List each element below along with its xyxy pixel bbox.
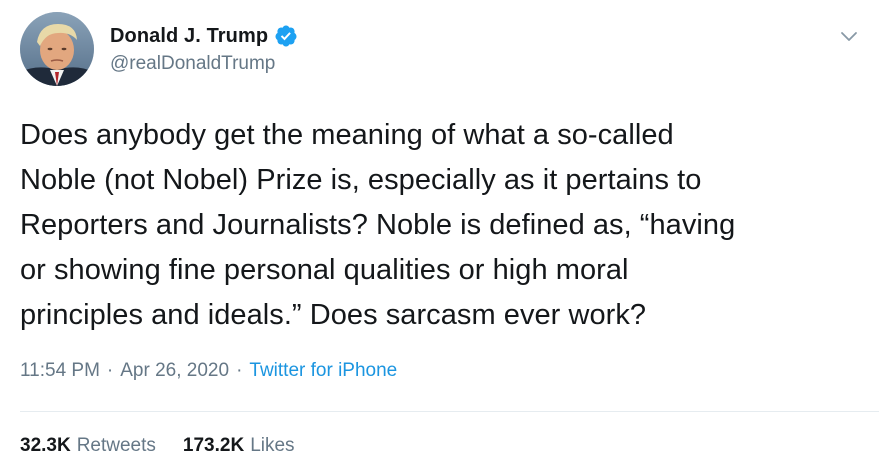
chevron-down-icon[interactable] <box>837 24 861 48</box>
retweets-stat[interactable]: 32.3K Retweets <box>20 435 156 457</box>
likes-label: Likes <box>250 435 295 456</box>
tweet-source-link[interactable]: Twitter for iPhone <box>249 360 397 382</box>
divider <box>20 411 879 412</box>
tweet-text: Does anybody get the meaning of what a s… <box>20 119 736 331</box>
likes-stat[interactable]: 173.2K Likes <box>183 435 295 457</box>
verified-badge-icon <box>274 24 298 48</box>
meta-separator: · <box>236 360 243 381</box>
tweet-date[interactable]: Apr 26, 2020 <box>120 360 229 382</box>
tweet-time[interactable]: 11:54 PM <box>20 360 100 382</box>
tweet-card: Donald J. Trump @realDonaldTrump Does an… <box>0 0 879 471</box>
avatar-image <box>20 12 94 86</box>
tweet-meta: 11:54 PM · Apr 26, 2020 · Twitter for iP… <box>20 360 397 382</box>
retweets-count: 32.3K <box>20 435 71 456</box>
handle[interactable]: @realDonaldTrump <box>110 53 298 75</box>
author-block: Donald J. Trump @realDonaldTrump <box>110 22 298 75</box>
display-name-row: Donald J. Trump <box>110 22 298 50</box>
retweets-label: Retweets <box>76 435 156 456</box>
display-name[interactable]: Donald J. Trump <box>110 25 268 48</box>
tweet-stats: 32.3K Retweets 173.2K Likes <box>20 435 295 457</box>
likes-count: 173.2K <box>182 435 245 456</box>
avatar[interactable] <box>20 12 94 86</box>
meta-separator: · <box>106 360 114 381</box>
